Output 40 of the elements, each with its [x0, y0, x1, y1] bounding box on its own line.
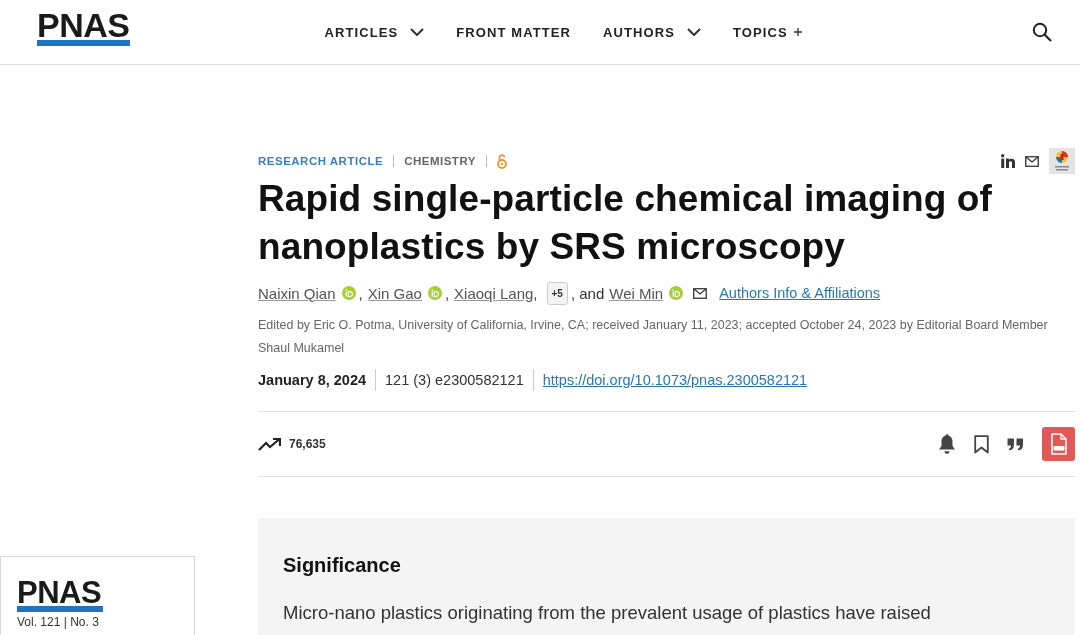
affiliations-link[interactable]: Authors Info & Affiliations: [719, 285, 881, 301]
author-link[interactable]: Wei Min: [609, 284, 664, 302]
nav-menu-item[interactable]: FRONT MATTER: [456, 24, 572, 40]
chevron-down-icon: [687, 28, 702, 36]
article-type-link[interactable]: RESEARCH ARTICLE: [258, 155, 384, 167]
trending-up-icon: [258, 437, 281, 451]
nav-menu-item[interactable]: TOPICS: [733, 24, 802, 40]
plus-icon: [793, 28, 802, 36]
citation-text: 121 (3) e2300582121: [385, 372, 524, 388]
mail-icon[interactable]: [1025, 155, 1039, 167]
significance-text: Micro-nano plastics originating from the prevalent usage of plastics have raised: [283, 602, 932, 624]
journal-issue-card[interactable]: PNAS Vol. 121 | No. 3: [0, 556, 195, 635]
bookmark-icon[interactable]: [974, 434, 989, 454]
mail-icon[interactable]: [693, 287, 708, 299]
author-separator: , and: [570, 284, 605, 302]
journal-logo: PNAS: [17, 579, 104, 612]
bell-icon[interactable]: [938, 433, 956, 455]
update-check-icon[interactable]: [1049, 148, 1075, 174]
author-separator: ,: [358, 284, 363, 302]
significance-heading: Significance: [283, 554, 402, 577]
editor-note: Edited by Eric O. Potma, University of California, Irvine, CA; received January 11, 2023; accepted October 24, 2023 by Editorial Board Member Shaul Mukamel: [258, 317, 1049, 357]
author-link[interactable]: Xin Gao: [367, 284, 422, 302]
issue-label: Vol. 121 | No. 3: [17, 615, 100, 629]
doi-link[interactable]: https://doi.org/10.1073/pnas.2300582121: [542, 372, 808, 388]
more-authors-button[interactable]: +5: [546, 281, 568, 305]
view-count: 76,635: [289, 437, 326, 451]
chevron-down-icon: [410, 28, 425, 36]
author-link[interactable]: Naixin Qian: [258, 284, 336, 302]
site-logo[interactable]: PNAS: [37, 10, 131, 46]
article-title: Rapid single-particle chemical imaging of nanoplastics by SRS microscopy: [258, 177, 993, 269]
publication-date: January 8, 2024: [258, 372, 367, 388]
author-separator: ,: [444, 284, 450, 302]
subject-link[interactable]: CHEMISTRY: [404, 155, 476, 167]
search-icon[interactable]: [1032, 22, 1052, 42]
pdf-icon[interactable]: [1042, 427, 1075, 461]
quote-icon[interactable]: [1007, 437, 1024, 451]
linkedin-icon[interactable]: [1001, 154, 1015, 168]
nav-menu-item[interactable]: ARTICLES: [324, 24, 425, 40]
nav-menu-item[interactable]: AUTHORS: [603, 24, 702, 40]
author-separator: ,: [533, 284, 538, 302]
